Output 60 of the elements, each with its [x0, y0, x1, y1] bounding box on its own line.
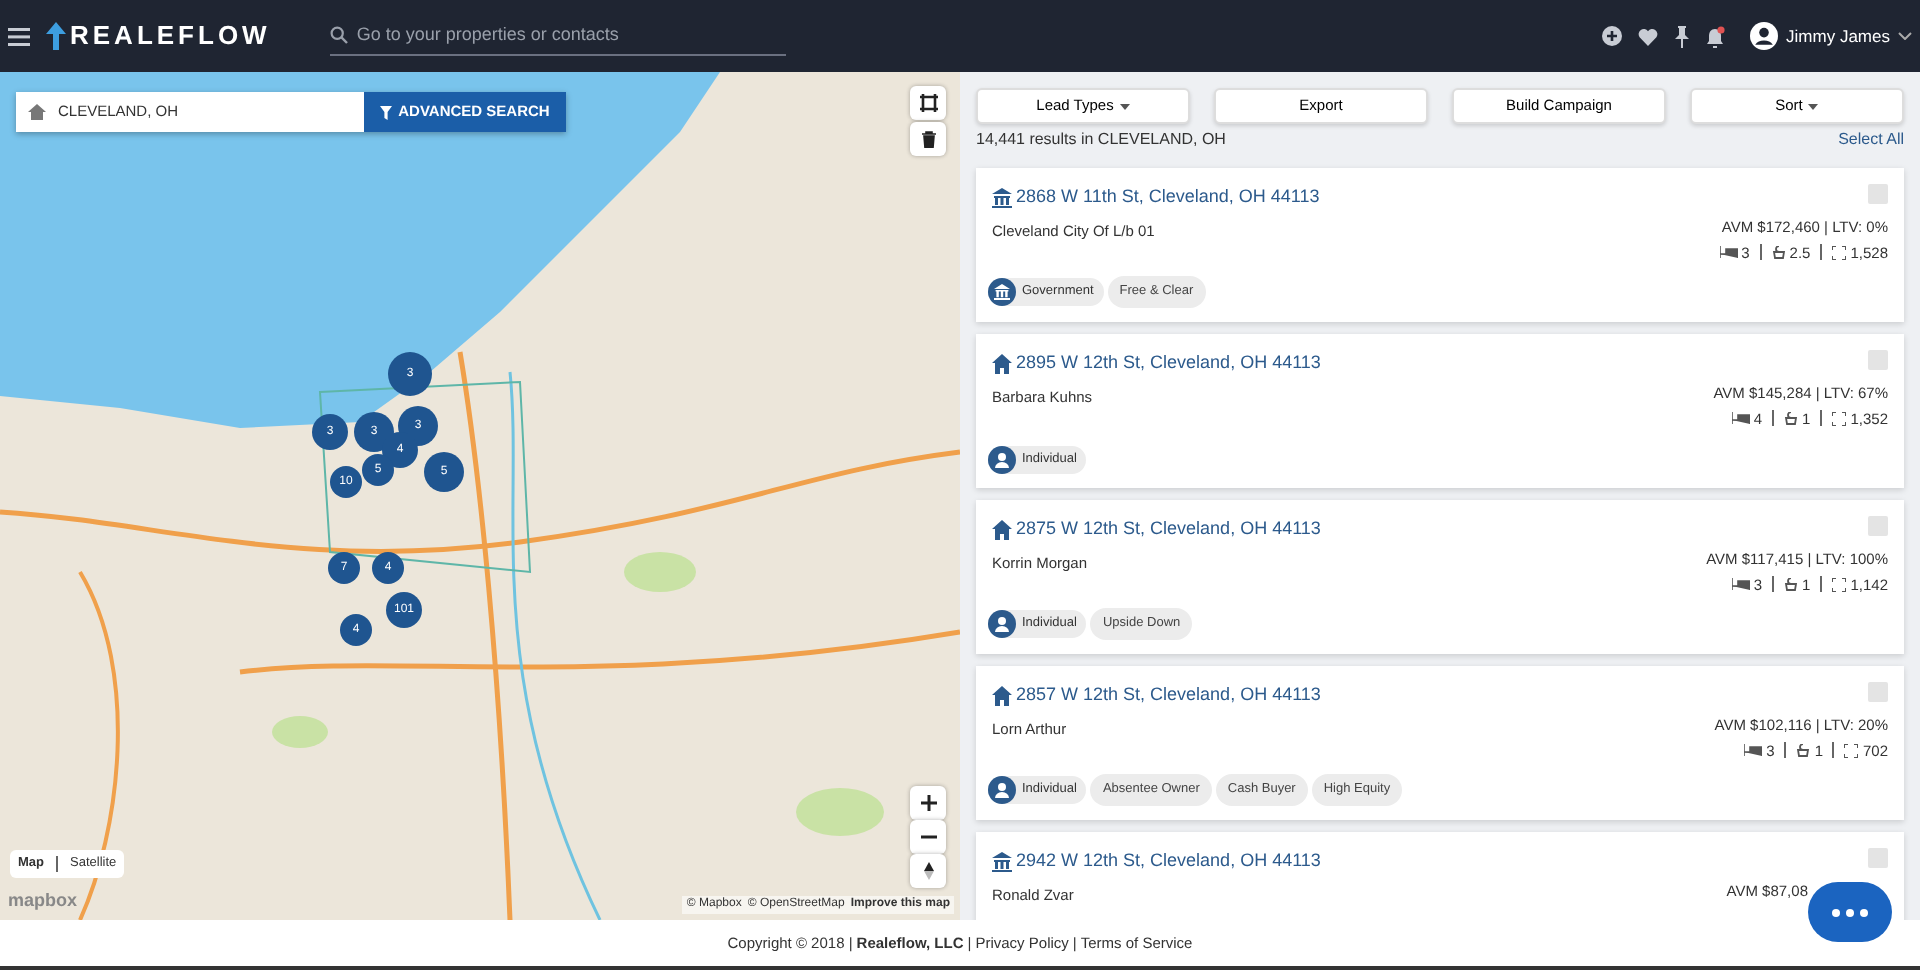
bath-icon	[1771, 245, 1786, 260]
bath-icon	[1784, 411, 1799, 426]
area-icon	[1832, 411, 1847, 426]
owner-icon	[994, 782, 1010, 799]
user-avatar-icon	[1750, 22, 1779, 50]
bath-icon	[1784, 577, 1799, 592]
area-icon	[1832, 245, 1847, 260]
property-address-link[interactable]: 2857 W 12th St, Cleveland, OH 44113	[1016, 682, 1321, 709]
draw-button[interactable]	[910, 86, 946, 120]
zoom-in-button[interactable]	[910, 786, 946, 820]
property-address-link[interactable]: 2868 W 11th St, Cleveland, OH 44113	[1016, 184, 1320, 211]
property-address-link[interactable]: 2942 W 12th St, Cleveland, OH 44113	[1016, 848, 1321, 875]
bed-icon	[1744, 744, 1763, 757]
draw-icon	[919, 94, 937, 112]
results-count: 14,441 results in CLEVELAND, OH	[976, 128, 1226, 152]
delete-button[interactable]	[910, 122, 946, 156]
bell-icon[interactable]	[1706, 25, 1727, 47]
caret-icon	[1119, 103, 1130, 109]
caret-icon	[1808, 103, 1819, 109]
delete-icon	[919, 130, 937, 148]
map-logo: mapbox	[8, 888, 78, 914]
owner-icon	[994, 616, 1010, 633]
zoom-in-icon	[919, 794, 937, 812]
building-icon	[992, 187, 1012, 208]
select-checkbox[interactable]	[1868, 848, 1888, 868]
select-checkbox[interactable]	[1868, 184, 1888, 204]
house-icon	[992, 353, 1012, 374]
search-field[interactable]: Go to your properties or contacts	[352, 19, 753, 51]
add-icon[interactable]	[1602, 26, 1623, 46]
property-address-link[interactable]: 2895 W 12th St, Cleveland, OH 44113	[1016, 350, 1321, 377]
logo-icon	[46, 22, 66, 50]
compass-button[interactable]	[910, 854, 946, 888]
user-menu[interactable]: Jimmy James	[1750, 22, 1912, 50]
owner-icon	[994, 452, 1010, 468]
compass-icon	[919, 862, 937, 880]
brand-name: REALEFLOW	[70, 18, 271, 55]
zoom-out-button[interactable]	[910, 820, 946, 854]
bed-icon	[1731, 578, 1750, 591]
house-icon	[992, 685, 1012, 706]
bath-icon	[1796, 743, 1811, 758]
bed-icon	[1719, 246, 1738, 259]
select-checkbox[interactable]	[1868, 516, 1888, 536]
select-all-link[interactable]: Select All	[1838, 128, 1904, 152]
property-address-link[interactable]: 2875 W 12th St, Cleveland, OH 44113	[1016, 516, 1321, 543]
house-icon	[992, 519, 1012, 540]
owner-icon	[994, 284, 1010, 301]
search-icon	[330, 26, 349, 44]
dots-icon	[1830, 907, 1870, 917]
select-checkbox[interactable]	[1868, 682, 1888, 702]
building-icon	[992, 851, 1012, 872]
area-icon	[1844, 743, 1859, 758]
heart-icon[interactable]	[1638, 27, 1659, 45]
filter-icon	[380, 105, 393, 119]
select-checkbox[interactable]	[1868, 350, 1888, 370]
caret-icon	[1898, 32, 1912, 40]
area-icon	[1832, 577, 1847, 592]
bed-icon	[1731, 412, 1750, 425]
pin-icon[interactable]	[1674, 25, 1691, 47]
menu-icon[interactable]	[8, 27, 30, 45]
home-icon	[28, 104, 46, 120]
